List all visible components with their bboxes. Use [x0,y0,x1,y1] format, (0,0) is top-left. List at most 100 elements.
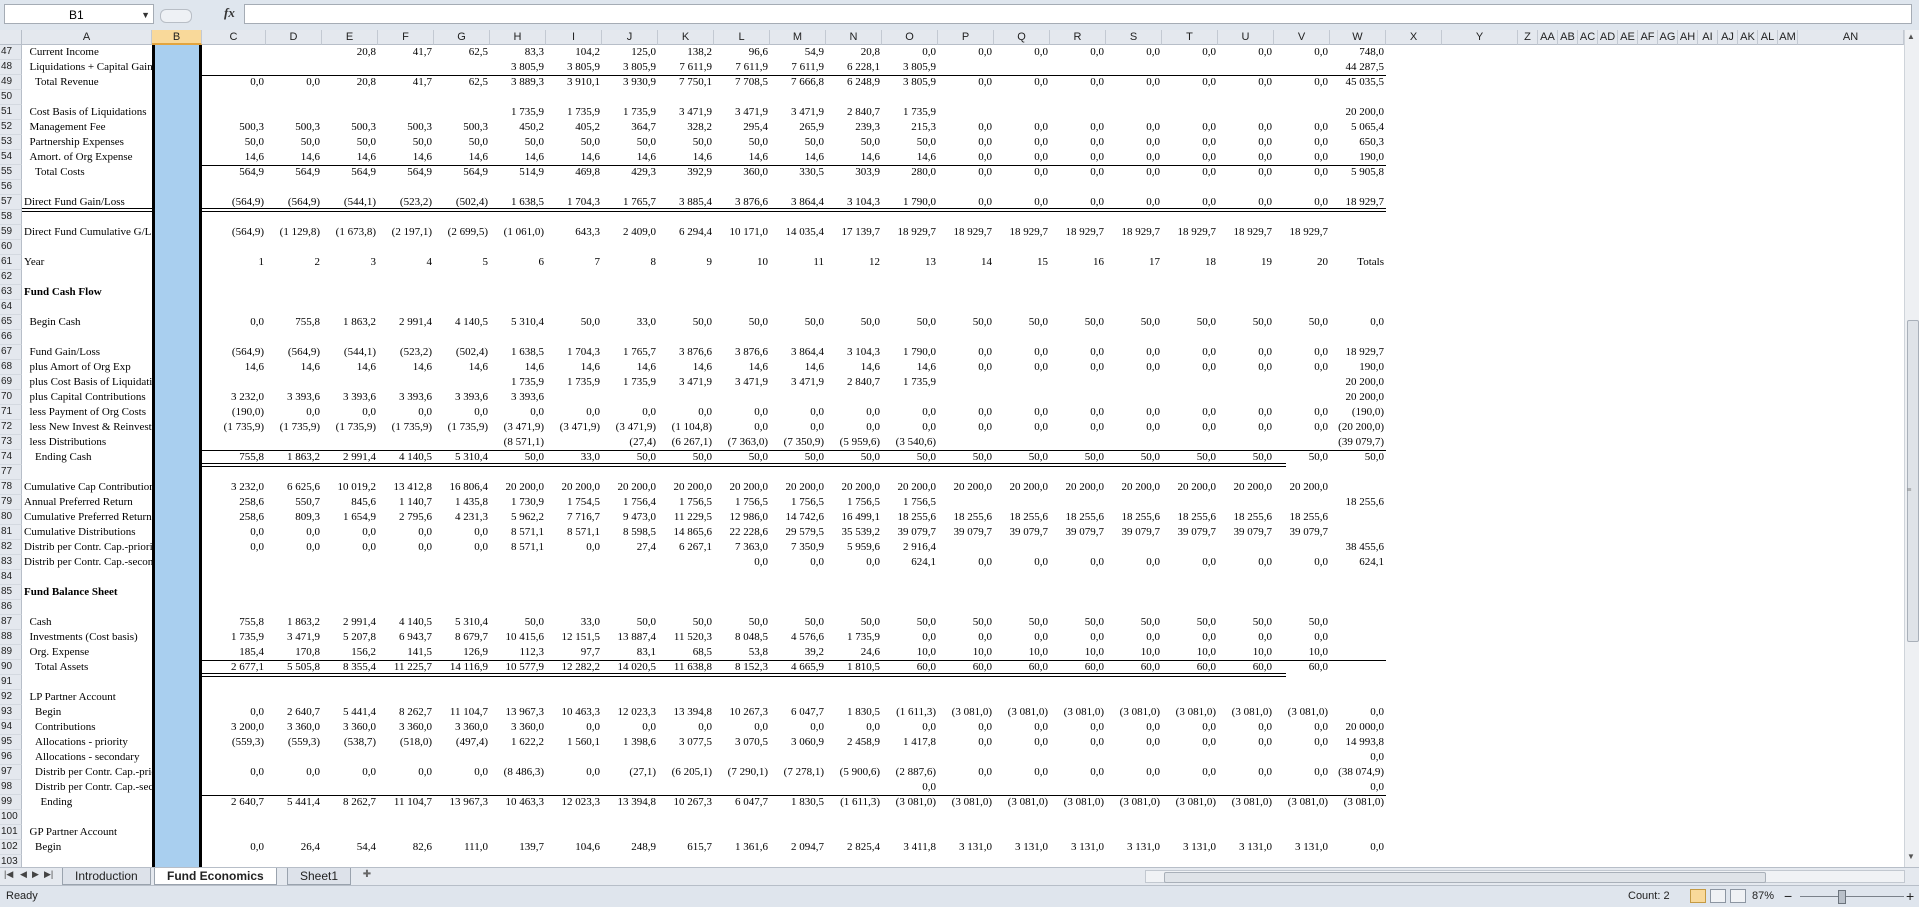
cell-o102[interactable]: 3 411,8 [882,840,938,855]
cell-n68[interactable]: 14,6 [826,360,882,375]
cell-f80[interactable]: 2 795,6 [378,510,434,525]
cell-o88[interactable]: 0,0 [882,630,938,645]
cell-n83[interactable]: 0,0 [826,555,882,570]
cell-n53[interactable]: 50,0 [826,135,882,150]
cell-m65[interactable]: 50,0 [770,315,826,330]
cell-r54[interactable]: 0,0 [1050,150,1106,165]
cell-i59[interactable]: 643,3 [546,225,602,240]
cell-h89[interactable]: 112,3 [490,645,546,660]
cell-r78[interactable]: 20 200,0 [1050,480,1106,495]
cell-j54[interactable]: 14,6 [602,150,658,165]
cell-o49[interactable]: 3 805,9 [882,75,938,90]
cell-l79[interactable]: 1 756,5 [714,495,770,510]
cell-e70[interactable]: 3 393,6 [322,390,378,405]
cell-c49[interactable]: 0,0 [202,75,266,90]
cell-w79[interactable]: 18 255,6 [1330,495,1386,510]
cell-t97[interactable]: 0,0 [1162,765,1218,780]
cell-w65[interactable]: 0,0 [1330,315,1386,330]
cell-u59[interactable]: 18 929,7 [1218,225,1274,240]
cell-h95[interactable]: 1 622,2 [490,735,546,750]
cell-s61[interactable]: 17 [1106,255,1162,270]
cell-o47[interactable]: 0,0 [882,45,938,60]
cell-m80[interactable]: 14 742,6 [770,510,826,525]
cell-h55[interactable]: 514,9 [490,165,546,180]
cell-e82[interactable]: 0,0 [322,540,378,555]
cell-j65[interactable]: 33,0 [602,315,658,330]
cell-i55[interactable]: 469,8 [546,165,602,180]
cell-c87[interactable]: 755,8 [202,615,266,630]
cell-v94[interactable]: 0,0 [1274,720,1330,735]
cell-f95[interactable]: (518,0) [378,735,434,750]
cell-p49[interactable]: 0,0 [938,75,994,90]
vertical-scroll-thumb[interactable] [1907,320,1919,642]
cell-o89[interactable]: 10,0 [882,645,938,660]
cell-n67[interactable]: 3 104,3 [826,345,882,360]
cell-p80[interactable]: 18 255,6 [938,510,994,525]
cell-r87[interactable]: 50,0 [1050,615,1106,630]
cell-f67[interactable]: (523,2) [378,345,434,360]
cell-w102[interactable]: 0,0 [1330,840,1386,855]
cell-s47[interactable]: 0,0 [1106,45,1162,60]
cell-q65[interactable]: 50,0 [994,315,1050,330]
cell-v52[interactable]: 0,0 [1274,120,1330,135]
cell-m55[interactable]: 330,5 [770,165,826,180]
formula-bar-splitter[interactable] [160,9,192,23]
cell-m102[interactable]: 2 094,7 [770,840,826,855]
row-label[interactable]: Total Revenue [24,75,99,90]
cell-l61[interactable]: 10 [714,255,770,270]
cell-c78[interactable]: 3 232,0 [202,480,266,495]
row-label[interactable]: LP Partner Account [24,690,116,705]
cell-i87[interactable]: 33,0 [546,615,602,630]
cell-q68[interactable]: 0,0 [994,360,1050,375]
cell-u49[interactable]: 0,0 [1218,75,1274,90]
column-header-ac[interactable]: AC [1578,30,1598,45]
cell-o71[interactable]: 0,0 [882,405,938,420]
horizontal-scrollbar[interactable] [1145,870,1905,883]
cell-h69[interactable]: 1 735,9 [490,375,546,390]
cell-n59[interactable]: 17 139,7 [826,225,882,240]
cell-f49[interactable]: 41,7 [378,75,434,90]
cell-c72[interactable]: (1 735,9) [202,420,266,435]
cell-n52[interactable]: 239,3 [826,120,882,135]
row-header[interactable]: 90 [0,660,22,675]
cell-d53[interactable]: 50,0 [266,135,322,150]
cell-n82[interactable]: 5 959,6 [826,540,882,555]
cell-q94[interactable]: 0,0 [994,720,1050,735]
cell-u95[interactable]: 0,0 [1218,735,1274,750]
row-header[interactable]: 51 [0,105,22,120]
cell-h93[interactable]: 13 967,3 [490,705,546,720]
cell-v95[interactable]: 0,0 [1274,735,1330,750]
cell-c89[interactable]: 185,4 [202,645,266,660]
cell-k59[interactable]: 6 294,4 [658,225,714,240]
cell-d89[interactable]: 170,8 [266,645,322,660]
cell-s49[interactable]: 0,0 [1106,75,1162,90]
cell-c99[interactable]: 2 640,7 [202,795,266,810]
cell-w82[interactable]: 38 455,6 [1330,540,1386,555]
cell-m87[interactable]: 50,0 [770,615,826,630]
cell-d65[interactable]: 755,8 [266,315,322,330]
cell-j48[interactable]: 3 805,9 [602,60,658,75]
cell-l81[interactable]: 22 228,6 [714,525,770,540]
cell-r47[interactable]: 0,0 [1050,45,1106,60]
row-header[interactable]: 54 [0,150,22,165]
cell-t83[interactable]: 0,0 [1162,555,1218,570]
cell-n80[interactable]: 16 499,1 [826,510,882,525]
cell-j49[interactable]: 3 930,9 [602,75,658,90]
cell-j93[interactable]: 12 023,3 [602,705,658,720]
column-header-z[interactable]: Z [1518,30,1538,45]
cell-c71[interactable]: (190,0) [202,405,266,420]
cell-h71[interactable]: 0,0 [490,405,546,420]
row-header[interactable]: 67 [0,345,22,360]
cell-o53[interactable]: 50,0 [882,135,938,150]
cell-o83[interactable]: 624,1 [882,555,938,570]
row-label[interactable]: plus Capital Contributions [24,390,146,405]
cell-t65[interactable]: 50,0 [1162,315,1218,330]
cell-u71[interactable]: 0,0 [1218,405,1274,420]
row-label[interactable]: Allocations - priority [24,735,128,750]
selected-column-b[interactable] [152,45,202,867]
row-label[interactable]: Allocations - secondary [24,750,139,765]
cell-n65[interactable]: 50,0 [826,315,882,330]
cell-m59[interactable]: 14 035,4 [770,225,826,240]
cell-f78[interactable]: 13 412,8 [378,480,434,495]
zoom-slider-thumb[interactable] [1838,890,1846,904]
